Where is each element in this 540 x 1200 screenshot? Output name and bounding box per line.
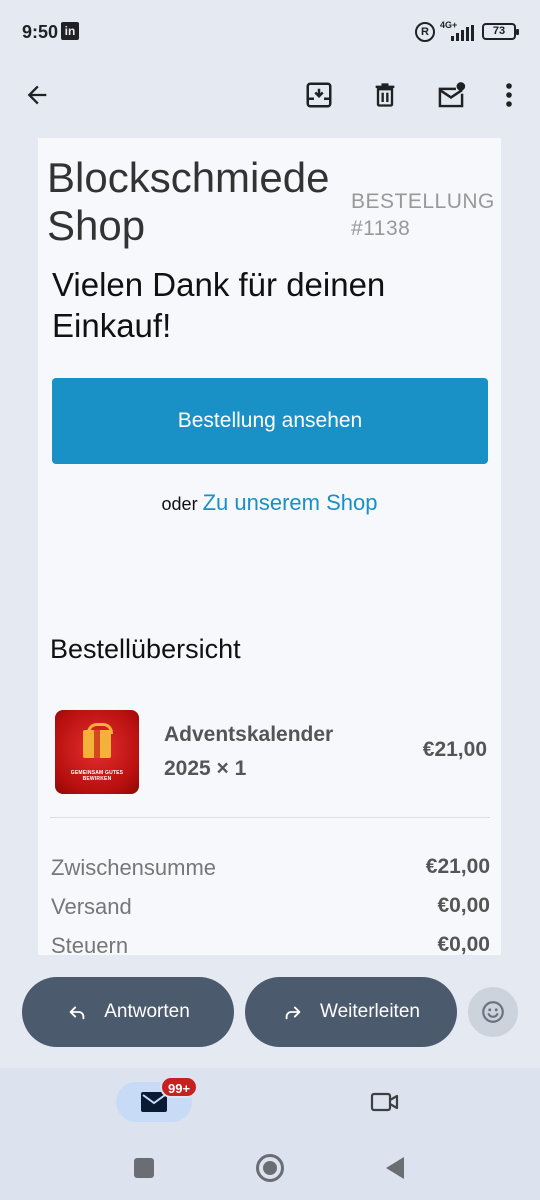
system-navigation [0,1140,540,1200]
shipping-value: €0,00 [437,894,490,917]
product-price: €21,00 [422,738,487,761]
taxes-label: Steuern [51,933,129,955]
product-name: Adventskalender 2025 × 1 [164,723,334,780]
thanks-heading: Vielen Dank für deinen Einkauf! [52,266,386,344]
product-image: GEMEINSAM GUTES BEWIRKEN [55,710,139,794]
more-vert-icon[interactable] [492,78,526,112]
emoji-reaction-button[interactable] [468,987,518,1037]
forward-icon [285,1006,301,1020]
email-body: Blockschmiede Shop BESTELLUNG #1138 Viel… [38,138,501,955]
reply-icon [69,1006,85,1020]
view-order-button[interactable]: Bestellung ansehen [52,378,488,464]
shipping-row: Versand €0,00 [50,894,490,924]
status-bar: 9:50 in R 4G+ 73 [0,0,540,64]
product-image-caption: GEMEINSAM GUTES BEWIRKEN [70,770,124,782]
reply-label: Antworten [104,1001,190,1022]
unread-badge: 99+ [160,1076,199,1098]
shop-title: Blockschmiede Shop [47,154,330,249]
app-bar [0,64,540,126]
shop-link-line: oder Zu unserem Shop [38,490,501,516]
shop-link[interactable]: Zu unserem Shop [203,490,378,515]
back-arrow-icon[interactable] [20,78,54,112]
taxes-value: €0,00 [437,933,490,955]
archive-icon[interactable] [302,78,336,112]
shipping-label: Versand [51,894,132,919]
linkedin-icon: in [61,22,79,40]
battery-icon: 73 [482,23,519,40]
signal-icon [451,25,474,41]
meet-tab[interactable] [368,1088,402,1116]
reply-button[interactable]: Antworten [22,977,234,1047]
or-text: oder [161,494,198,514]
smiley-icon [482,1001,504,1023]
subtotal-value: €21,00 [425,855,490,878]
gift-icon [83,723,113,758]
forward-label: Weiterleiten [320,1001,420,1022]
video-camera-icon [370,1092,399,1112]
recent-apps-icon[interactable] [134,1158,154,1178]
forward-button[interactable]: Weiterleiten [245,977,457,1047]
divider [50,817,490,818]
bottom-navigation: 99+ [0,1068,540,1140]
home-icon[interactable] [256,1154,284,1182]
subtotal-label: Zwischensumme [51,855,217,880]
order-number: BESTELLUNG #1138 [351,190,495,240]
registered-icon: R [415,22,435,42]
mark-unread-icon[interactable] [434,78,468,112]
order-summary-heading: Bestellübersicht [50,634,241,664]
taxes-row: Steuern €0,00 [50,933,490,955]
status-time: 9:50 [22,22,59,42]
subtotal-row: Zwischensumme €21,00 [50,855,490,885]
delete-icon[interactable] [368,78,402,112]
system-back-icon[interactable] [386,1157,404,1179]
